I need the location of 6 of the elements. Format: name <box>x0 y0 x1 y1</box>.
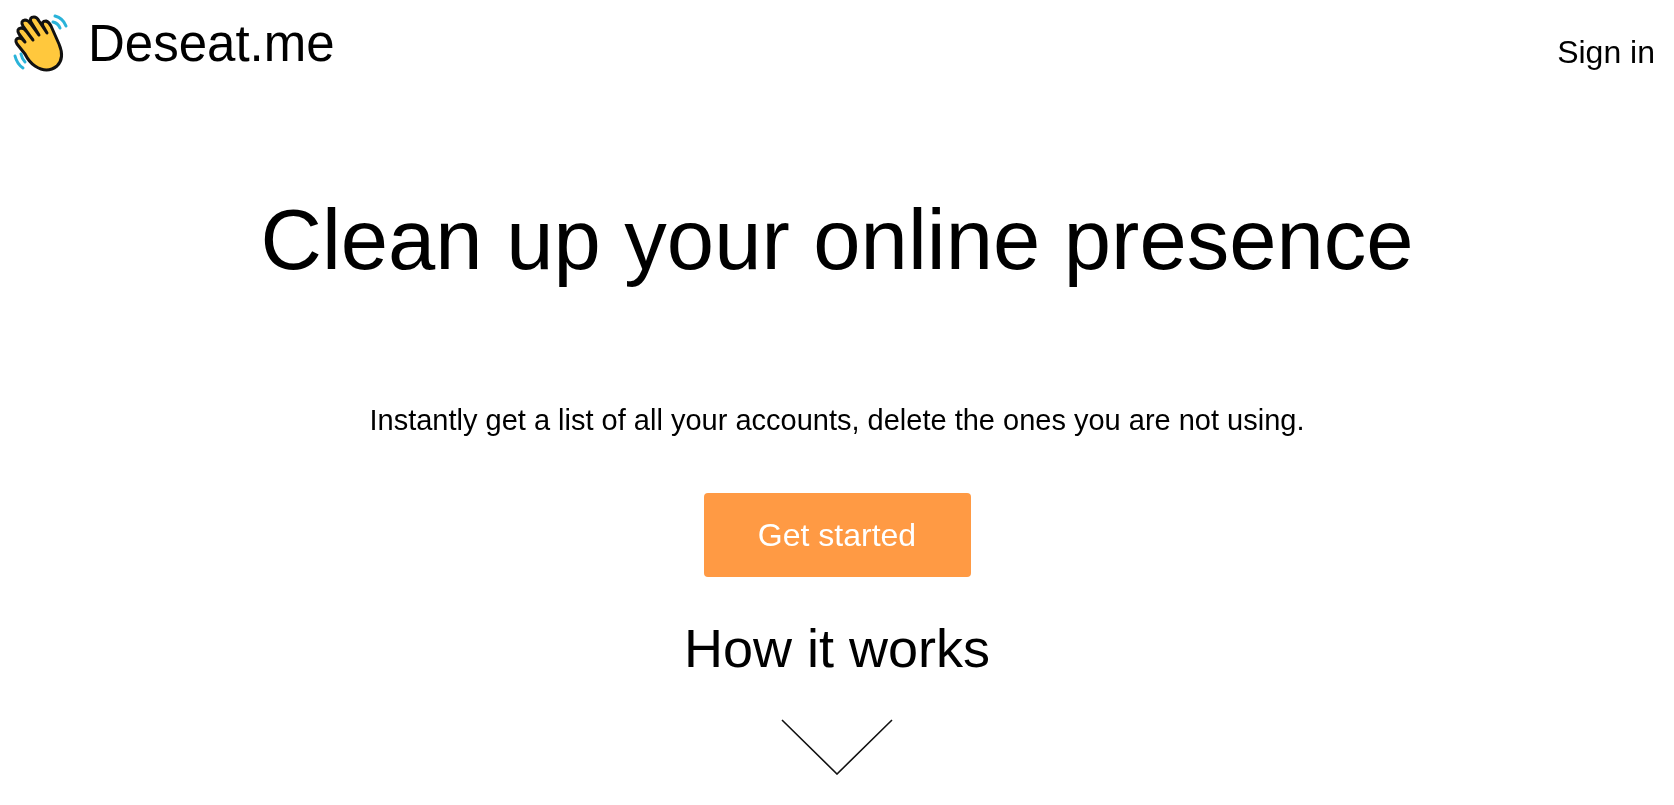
page-heading: Clean up your online presence <box>260 191 1414 289</box>
page-subtitle: Instantly get a list of all your accounts, delete the ones you are not using. <box>369 403 1305 438</box>
brand-link[interactable]: Deseat.me <box>88 14 335 74</box>
chevron-down-icon[interactable] <box>781 719 893 775</box>
section-heading: How it works <box>683 617 990 679</box>
sign-in-link[interactable]: Sign in <box>1557 32 1655 72</box>
